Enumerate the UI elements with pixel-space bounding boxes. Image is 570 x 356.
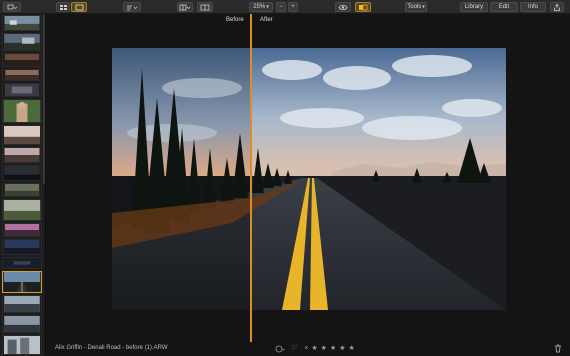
app-menu-button[interactable] bbox=[3, 2, 21, 12]
single-image-icon bbox=[75, 4, 83, 11]
filmstrip-sidebar[interactable] bbox=[0, 14, 46, 356]
thumbnail-4[interactable] bbox=[2, 69, 42, 81]
grid-view-button[interactable] bbox=[56, 2, 70, 12]
thumbnail-16[interactable] bbox=[2, 295, 42, 313]
after-label: After bbox=[260, 17, 273, 23]
trash-icon[interactable] bbox=[554, 344, 562, 353]
layers-icon bbox=[7, 4, 17, 10]
rating-bar: ♡ × ★ ★ ★ ★ ★ bbox=[275, 344, 355, 354]
thumbnail-17[interactable] bbox=[2, 315, 42, 333]
thumbnail-5[interactable] bbox=[2, 83, 42, 97]
star-1[interactable]: ★ bbox=[311, 345, 317, 353]
edit-label: Edit bbox=[498, 4, 510, 10]
thumbnail-8[interactable] bbox=[2, 147, 42, 163]
zoom-in-button[interactable]: + bbox=[288, 2, 298, 12]
top-toolbar: 25%▾ − + Tools▾ Library Edit Info bbox=[0, 0, 570, 14]
thumbnail-11[interactable] bbox=[2, 199, 42, 221]
filmstrip-scrollbar[interactable] bbox=[43, 14, 45, 184]
info-label: Info bbox=[527, 4, 538, 10]
zoom-out-label: − bbox=[279, 4, 283, 10]
side-by-side-icon bbox=[200, 4, 210, 11]
thumbnail-9[interactable] bbox=[2, 165, 42, 181]
library-label: Library bbox=[464, 4, 484, 10]
thumbnail-2[interactable] bbox=[2, 33, 42, 51]
thumbnail-12[interactable] bbox=[2, 223, 42, 237]
star-4[interactable]: ★ bbox=[339, 345, 345, 353]
status-bar: Alix Griffin - Denali Road - before (1).… bbox=[47, 342, 570, 356]
library-tab[interactable]: Library bbox=[460, 2, 488, 12]
file-name: Alix Griffin - Denali Road - before (1).… bbox=[55, 345, 168, 351]
zoom-level-select[interactable]: 25%▾ bbox=[249, 2, 273, 12]
heart-icon[interactable]: ♡ bbox=[291, 345, 297, 353]
thumbnail-18[interactable] bbox=[2, 335, 42, 355]
eye-icon bbox=[338, 4, 348, 11]
thumbnail-10[interactable] bbox=[2, 183, 42, 197]
thumbnail-7[interactable] bbox=[2, 125, 42, 145]
image-viewer[interactable]: Before After bbox=[47, 14, 570, 356]
thumbnail-13[interactable] bbox=[2, 239, 42, 255]
thumbnail-14[interactable] bbox=[2, 257, 42, 269]
reject-icon[interactable]: × bbox=[304, 345, 308, 353]
thumbnail-1[interactable] bbox=[2, 15, 42, 31]
zoom-value: 25% bbox=[253, 4, 266, 10]
sort-icon bbox=[127, 5, 138, 11]
sort-menu-button[interactable] bbox=[123, 2, 141, 12]
before-after-divider[interactable] bbox=[250, 14, 252, 344]
color-label-icon[interactable] bbox=[275, 345, 285, 353]
info-tab[interactable]: Info bbox=[520, 2, 546, 12]
star-3[interactable]: ★ bbox=[330, 345, 336, 353]
compare-mode-button[interactable] bbox=[177, 2, 193, 12]
share-icon bbox=[554, 4, 560, 11]
tools-menu-button[interactable]: Tools▾ bbox=[405, 2, 427, 12]
thumbnail-selected[interactable] bbox=[2, 271, 42, 293]
split-view-icon bbox=[179, 4, 191, 11]
grid-icon bbox=[59, 5, 67, 10]
thumbnail-3[interactable] bbox=[2, 53, 42, 67]
share-button[interactable] bbox=[550, 2, 564, 12]
tools-label: Tools bbox=[407, 4, 422, 10]
main-photo bbox=[112, 48, 506, 310]
preview-toggle-button[interactable] bbox=[335, 2, 351, 12]
zoom-out-button[interactable]: − bbox=[276, 2, 286, 12]
before-after-icon bbox=[359, 4, 368, 11]
single-view-button[interactable] bbox=[71, 2, 87, 12]
star-5[interactable]: ★ bbox=[349, 345, 355, 353]
edit-tab[interactable]: Edit bbox=[490, 2, 518, 12]
compare-toggle-button[interactable] bbox=[355, 2, 371, 12]
side-by-side-button[interactable] bbox=[197, 2, 213, 12]
thumbnail-6[interactable] bbox=[2, 99, 42, 123]
zoom-in-label: + bbox=[291, 4, 295, 10]
star-2[interactable]: ★ bbox=[321, 345, 327, 353]
before-label: Before bbox=[226, 17, 244, 23]
